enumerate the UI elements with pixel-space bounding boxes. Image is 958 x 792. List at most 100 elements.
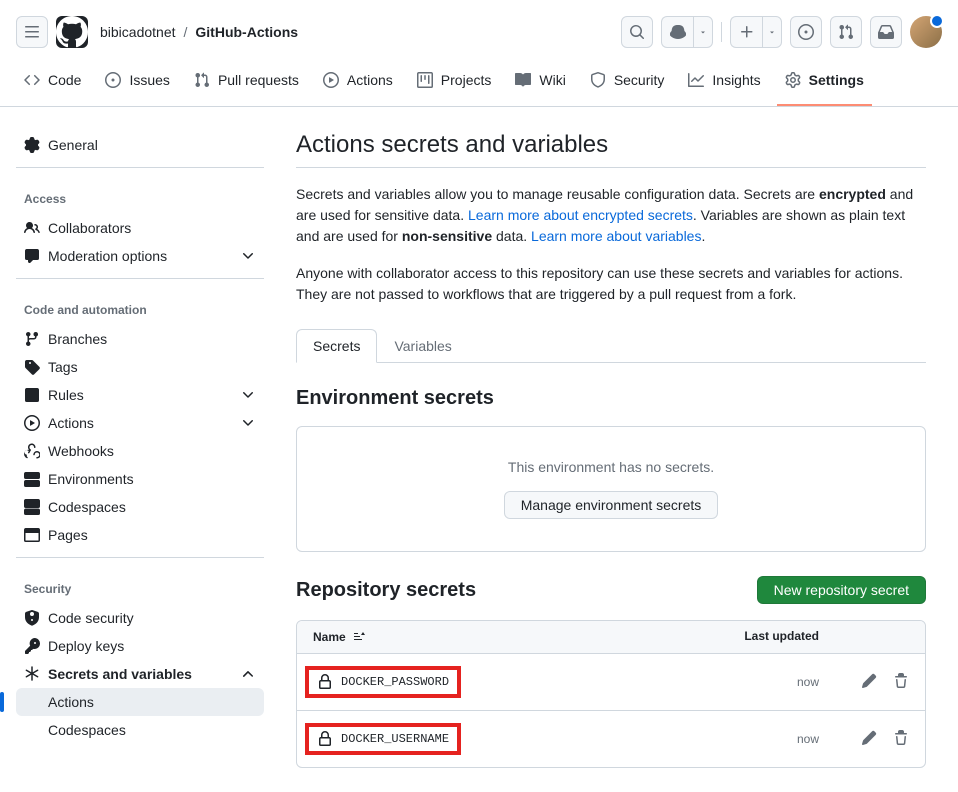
nav-settings[interactable]: Settings (777, 64, 872, 106)
nav-wiki[interactable]: Wiki (507, 64, 573, 106)
sidebar-secrets-vars[interactable]: Secrets and variables (16, 660, 264, 688)
chevron-down-icon (240, 387, 256, 403)
sidebar-secrets-codespaces[interactable]: Codespaces (16, 716, 264, 744)
nav-pulls[interactable]: Pull requests (186, 64, 307, 106)
project-icon (417, 72, 433, 88)
sidebar-tags[interactable]: Tags (16, 353, 264, 381)
plus-icon (739, 24, 755, 40)
branch-icon (24, 331, 40, 347)
highlight-annotation: DOCKER_USERNAME (305, 723, 461, 755)
play-icon (24, 415, 40, 431)
tab-secrets[interactable]: Secrets (296, 329, 377, 363)
inbox-icon (878, 24, 894, 40)
book-icon (515, 72, 531, 88)
sidebar-secrets-actions[interactable]: Actions (16, 688, 264, 716)
issue-icon (105, 72, 121, 88)
nav-insights[interactable]: Insights (680, 64, 768, 106)
page-title: Actions secrets and variables (296, 131, 926, 168)
edit-secret-button[interactable] (861, 730, 877, 749)
sidebar-deploy-keys[interactable]: Deploy keys (16, 632, 264, 660)
sidebar-heading-access: Access (16, 184, 264, 214)
chevron-up-icon (240, 666, 256, 682)
secret-row: DOCKER_USERNAME now (297, 711, 925, 767)
codespaces-icon (24, 499, 40, 515)
github-logo[interactable] (56, 16, 88, 48)
copilot-icon (670, 24, 686, 40)
chevron-down-icon (768, 28, 776, 36)
env-empty-text: This environment has no secrets. (329, 459, 893, 475)
webhook-icon (24, 443, 40, 459)
nav-projects[interactable]: Projects (409, 64, 500, 106)
pulls-button[interactable] (830, 16, 862, 48)
gear-icon (785, 72, 801, 88)
copilot-button[interactable] (661, 16, 693, 48)
env-secrets-empty: This environment has no secrets. Manage … (296, 426, 926, 552)
secret-updated-text: now (659, 675, 819, 689)
link-variables[interactable]: Learn more about variables (531, 228, 701, 244)
chevron-down-icon (240, 248, 256, 264)
pull-request-icon (194, 72, 210, 88)
copilot-dropdown[interactable] (693, 16, 713, 48)
key-icon (24, 638, 40, 654)
breadcrumb-owner[interactable]: bibicadotnet (100, 24, 176, 40)
search-button[interactable] (621, 16, 653, 48)
link-encrypted-secrets[interactable]: Learn more about encrypted secrets (468, 207, 693, 223)
create-button[interactable] (730, 16, 762, 48)
sidebar-code-security[interactable]: Code security (16, 604, 264, 632)
tag-icon (24, 359, 40, 375)
browser-icon (24, 527, 40, 543)
sidebar-webhooks[interactable]: Webhooks (16, 437, 264, 465)
new-repo-secret-button[interactable]: New repository secret (757, 576, 926, 604)
env-secrets-title: Environment secrets (296, 387, 926, 410)
gear-icon (24, 137, 40, 153)
nav-issues[interactable]: Issues (97, 64, 177, 106)
col-header-updated: Last updated (659, 629, 819, 645)
tab-variables[interactable]: Variables (377, 329, 468, 363)
user-avatar[interactable] (910, 16, 942, 48)
sidebar-collaborators[interactable]: Collaborators (16, 214, 264, 242)
secret-name-text: DOCKER_USERNAME (341, 732, 449, 746)
sidebar-branches[interactable]: Branches (16, 325, 264, 353)
delete-secret-button[interactable] (893, 730, 909, 749)
nav-code[interactable]: Code (16, 64, 89, 106)
sidebar-rules[interactable]: Rules (16, 381, 264, 409)
edit-secret-button[interactable] (861, 673, 877, 692)
delete-secret-button[interactable] (893, 673, 909, 692)
main-content: Actions secrets and variables Secrets an… (280, 107, 958, 792)
breadcrumb-separator: / (184, 24, 188, 40)
sidebar-heading-security: Security (16, 574, 264, 604)
sidebar-heading-automation: Code and automation (16, 295, 264, 325)
hamburger-menu[interactable] (16, 16, 48, 48)
nav-security[interactable]: Security (582, 64, 673, 106)
sidebar-codespaces[interactable]: Codespaces (16, 493, 264, 521)
lock-icon (317, 731, 333, 747)
search-icon (629, 24, 645, 40)
secret-name-text: DOCKER_PASSWORD (341, 675, 449, 689)
shield-icon (24, 610, 40, 626)
breadcrumb-repo[interactable]: GitHub-Actions (195, 24, 298, 40)
comment-icon (24, 248, 40, 264)
play-icon (323, 72, 339, 88)
inbox-button[interactable] (870, 16, 902, 48)
trash-icon (893, 673, 909, 689)
col-header-name[interactable]: Name (313, 629, 659, 645)
sidebar-actions[interactable]: Actions (16, 409, 264, 437)
pencil-icon (861, 673, 877, 689)
tabs: Secrets Variables (296, 329, 926, 363)
sidebar-general[interactable]: General (16, 131, 264, 159)
sidebar-moderation[interactable]: Moderation options (16, 242, 264, 270)
code-icon (24, 72, 40, 88)
highlight-annotation: DOCKER_PASSWORD (305, 666, 461, 698)
secret-row: DOCKER_PASSWORD now (297, 654, 925, 711)
chevron-down-icon (699, 28, 707, 36)
issues-button[interactable] (790, 16, 822, 48)
manage-env-secrets-button[interactable]: Manage environment secrets (504, 491, 719, 519)
repo-nav: Code Issues Pull requests Actions Projec… (0, 64, 958, 107)
breadcrumb: bibicadotnet / GitHub-Actions (100, 24, 298, 40)
secret-updated-text: now (659, 732, 819, 746)
nav-actions[interactable]: Actions (315, 64, 401, 106)
sidebar-environments[interactable]: Environments (16, 465, 264, 493)
sidebar-pages[interactable]: Pages (16, 521, 264, 549)
server-icon (24, 471, 40, 487)
create-dropdown[interactable] (762, 16, 782, 48)
